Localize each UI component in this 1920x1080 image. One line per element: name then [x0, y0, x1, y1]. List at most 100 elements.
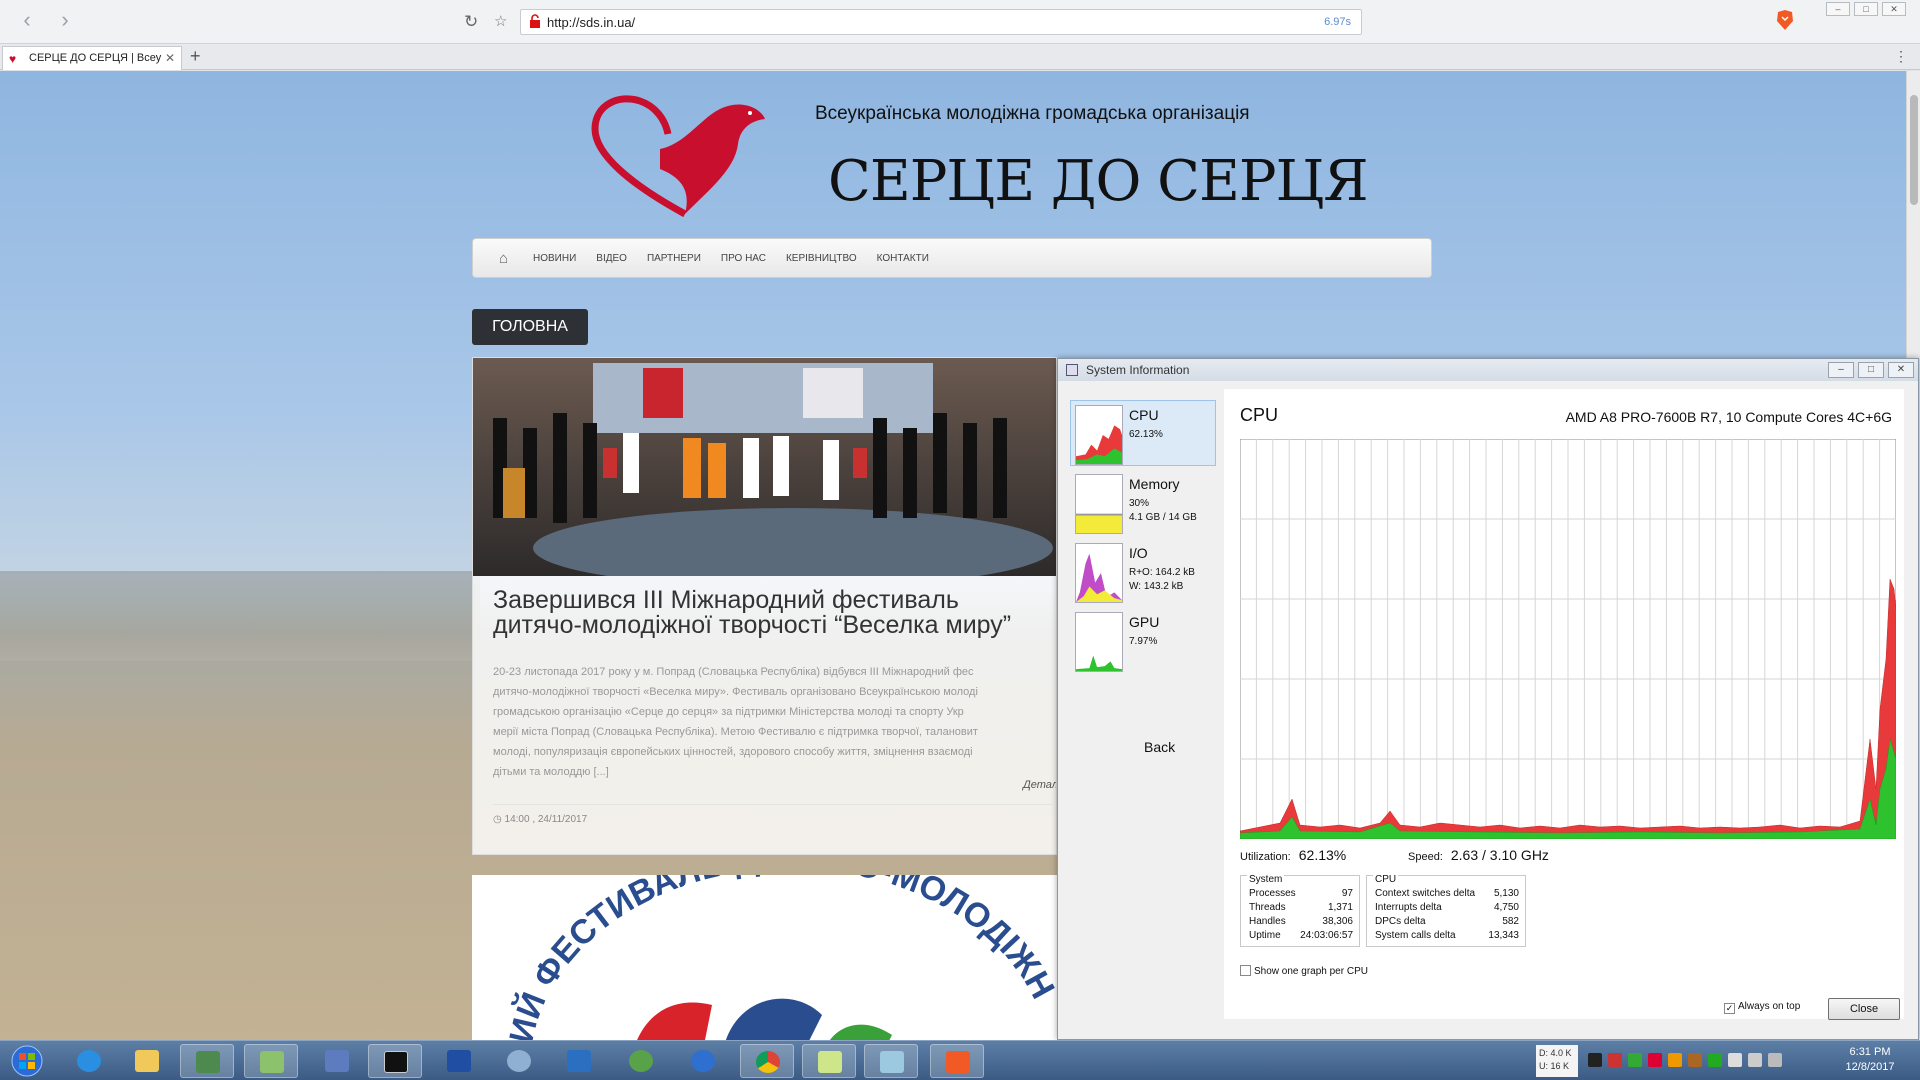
checkbox-box[interactable]: [1240, 965, 1251, 976]
festival-logo: ИЙ ФЕСТИВАЛЬ ДИТЯЧО-МОЛОДІЖНОЇ: [472, 875, 1057, 1040]
new-tab-icon[interactable]: +: [190, 46, 201, 67]
network-meter[interactable]: D: 4.0 K U: 16 K: [1536, 1045, 1578, 1077]
tray-app-icon[interactable]: [1628, 1053, 1642, 1067]
post-photo[interactable]: [473, 358, 1057, 576]
forward-icon[interactable]: ›: [52, 8, 78, 34]
shark-app-icon[interactable]: [552, 1044, 606, 1078]
heart-dove-logo: [591, 95, 765, 218]
network-icon[interactable]: [1748, 1053, 1762, 1067]
globe-blue-icon[interactable]: [676, 1044, 730, 1078]
news-post: Завершився ІІІ Міжнародний фестиваль дит…: [472, 357, 1057, 855]
memory-mini-graph: [1075, 474, 1123, 534]
stat-label: Processes: [1249, 888, 1296, 899]
back-button[interactable]: Back: [1144, 739, 1175, 755]
tab-title: СЕРЦЕ ДО СЕРЦЯ | Всеу: [29, 52, 161, 64]
net-down: D: 4.0 K: [1539, 1048, 1572, 1058]
sysinfo-close-icon[interactable]: ✕: [1888, 362, 1914, 378]
resource-name: GPU: [1129, 614, 1160, 630]
reload-icon[interactable]: ↻: [464, 12, 478, 32]
resource-item-io[interactable]: I/O R+O: 164.2 kB W: 143.2 kB: [1070, 538, 1216, 604]
nav-item-partners[interactable]: ПАРТНЕРИ: [647, 253, 701, 264]
festival-banner[interactable]: ИЙ ФЕСТИВАЛЬ ДИТЯЧО-МОЛОДІЖНОЇ: [472, 875, 1057, 1040]
notes-app-icon[interactable]: [802, 1044, 856, 1078]
background-sea: [0, 571, 480, 661]
group-legend: CPU: [1373, 874, 1399, 885]
internet-explorer-icon[interactable]: [62, 1044, 116, 1078]
volume-icon[interactable]: [1768, 1053, 1782, 1067]
close-icon[interactable]: ✕: [1882, 2, 1906, 16]
chrome-icon[interactable]: [740, 1044, 794, 1078]
cpu-history-graph: [1240, 439, 1896, 839]
window-app-icon[interactable]: [864, 1044, 918, 1078]
maximize-icon[interactable]: □: [1854, 2, 1878, 16]
tray-app-icon[interactable]: [1648, 1053, 1662, 1067]
command-prompt-icon[interactable]: [368, 1044, 422, 1078]
eye-app-icon[interactable]: [492, 1044, 546, 1078]
org-title: СЕРЦЕ ДО СЕРЦЯ: [828, 149, 1369, 214]
brave-lion-icon[interactable]: [1776, 9, 1794, 31]
file-explorer-icon[interactable]: [120, 1044, 174, 1078]
nav-item-leadership[interactable]: КЕРІВНИЦТВО: [786, 253, 857, 264]
bookmark-star-icon[interactable]: ☆: [494, 12, 507, 30]
nav-item-about[interactable]: ПРО НАС: [721, 253, 766, 264]
system-tray: [1588, 1053, 1782, 1067]
close-button[interactable]: Close: [1828, 998, 1900, 1020]
network-monitor-icon[interactable]: [180, 1044, 234, 1078]
resource-name: CPU: [1129, 407, 1159, 423]
read-more-link[interactable]: Детал: [1023, 779, 1056, 791]
tab-sds[interactable]: ♥ СЕРЦЕ ДО СЕРЦЯ | Всеу ✕: [2, 46, 182, 70]
nav-item-video[interactable]: ВІДЕО: [596, 253, 627, 264]
clock[interactable]: 6:31 PM 12/8/2017: [1830, 1045, 1910, 1075]
back-icon[interactable]: ‹: [14, 8, 40, 34]
powershell-icon[interactable]: [432, 1044, 486, 1078]
nav-item-contacts[interactable]: КОНТАКТИ: [877, 253, 929, 264]
scrollbar-thumb[interactable]: [1910, 95, 1918, 205]
excerpt-line: громадською організацію «Серце до серця»…: [493, 706, 964, 718]
minimize-icon[interactable]: –: [1826, 2, 1850, 16]
post-title[interactable]: Завершився ІІІ Міжнародний фестиваль дит…: [493, 588, 1053, 638]
net-up: U: 16 K: [1539, 1061, 1570, 1071]
detail-header: CPU: [1240, 405, 1279, 425]
page-heading: ГОЛОВНА: [472, 309, 588, 345]
speed-value: 2.63 / 3.10 GHz: [1450, 847, 1549, 863]
sysinfo-maximize-icon[interactable]: □: [1858, 362, 1884, 378]
resource-value: 4.1 GB / 14 GB: [1129, 512, 1197, 523]
utilization-row: Utilization: 62.13%: [1240, 847, 1346, 863]
nav-item-news[interactable]: НОВИНИ: [533, 253, 576, 264]
system-group: System Processes 97 Threads 1,371 Handle…: [1240, 874, 1360, 947]
sysinfo-minimize-icon[interactable]: –: [1828, 362, 1854, 378]
tray-app-icon[interactable]: [1588, 1053, 1602, 1067]
resource-item-cpu[interactable]: CPU 62.13%: [1070, 400, 1216, 466]
sysinfo-titlebar[interactable]: System Information – □ ✕: [1058, 359, 1918, 381]
cpu-mini-graph: [1075, 405, 1123, 465]
url-text[interactable]: http://sds.in.ua/: [547, 15, 635, 30]
show-one-graph-checkbox[interactable]: Show one graph per CPU: [1240, 965, 1368, 977]
resource-item-memory[interactable]: Memory 30% 4.1 GB / 14 GB: [1070, 469, 1216, 535]
task-monitor-icon[interactable]: [244, 1044, 298, 1078]
stat-value: 582: [1502, 916, 1519, 927]
tray-app-icon[interactable]: [1668, 1053, 1682, 1067]
browser-window-controls: – □ ✕: [1826, 2, 1906, 16]
flag-icon[interactable]: [1728, 1053, 1742, 1067]
system-information-window: System Information – □ ✕ CPU 62.13% Memo…: [1057, 358, 1919, 1040]
sysinfo-app-icon: [1066, 364, 1078, 376]
home-icon[interactable]: ⌂: [499, 250, 508, 267]
brave-browser-icon[interactable]: [930, 1044, 984, 1078]
always-on-top-checkbox[interactable]: ✓ Always on top: [1724, 1001, 1800, 1014]
tab-menu-icon[interactable]: ⋮: [1894, 48, 1908, 65]
insecure-lock-icon: [530, 14, 540, 28]
tray-app-icon[interactable]: [1608, 1053, 1622, 1067]
remote-desktop-icon[interactable]: [310, 1044, 364, 1078]
checkbox-box[interactable]: ✓: [1724, 1003, 1735, 1014]
tab-close-icon[interactable]: ✕: [165, 51, 175, 65]
start-button-icon[interactable]: [4, 1044, 50, 1078]
globe-green-icon[interactable]: [614, 1044, 668, 1078]
tray-app-icon[interactable]: [1688, 1053, 1702, 1067]
stat-value: 13,343: [1488, 930, 1519, 941]
tray-app-icon[interactable]: [1708, 1053, 1722, 1067]
browser-toolbar: ‹ › ↻ ☆ http://sds.in.ua/ 6.97s – □ ✕: [0, 0, 1920, 44]
resource-item-gpu[interactable]: GPU 7.97%: [1070, 607, 1216, 673]
address-bar[interactable]: http://sds.in.ua/ 6.97s: [520, 9, 1362, 35]
excerpt-line: 20-23 листопада 2017 року у м. Попрад (С…: [493, 666, 974, 678]
tab-strip: ♥ СЕРЦЕ ДО СЕРЦЯ | Всеу ✕: [0, 44, 1920, 70]
